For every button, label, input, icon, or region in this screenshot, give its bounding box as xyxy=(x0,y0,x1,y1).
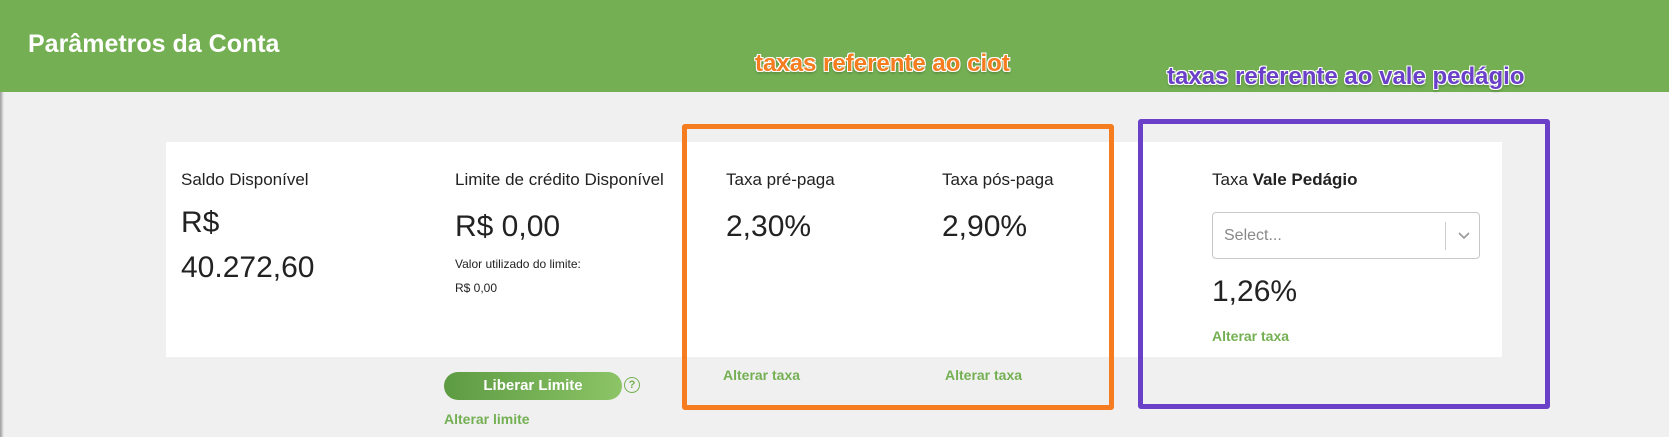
liberar-limite-button[interactable]: Liberar Limite xyxy=(444,372,622,400)
limite-label: Limite de crédito Disponível xyxy=(455,170,664,189)
limite-used-label: Valor utilizado do limite: xyxy=(455,257,581,271)
saldo-value-amount: 40.272,60 xyxy=(181,251,315,284)
saldo-value-currency: R$ xyxy=(181,206,220,239)
saldo-label: Saldo Disponível xyxy=(181,170,309,189)
limite-used-value: R$ 0,00 xyxy=(455,281,498,295)
alterar-limite-link[interactable]: Alterar limite xyxy=(444,411,530,427)
annotation-vale-pedagio: taxas referente ao vale pedágio xyxy=(1167,63,1525,90)
page-title: Parâmetros da Conta xyxy=(28,30,280,58)
help-circle-icon[interactable]: ? xyxy=(624,377,640,393)
annotation-box-ciot xyxy=(682,124,1114,410)
left-edge-shadow xyxy=(0,92,4,437)
limite-value: R$ 0,00 xyxy=(455,210,561,243)
annotation-ciot: taxas referente ao ciot xyxy=(755,50,1010,77)
annotation-box-vale-pedagio xyxy=(1138,119,1550,409)
